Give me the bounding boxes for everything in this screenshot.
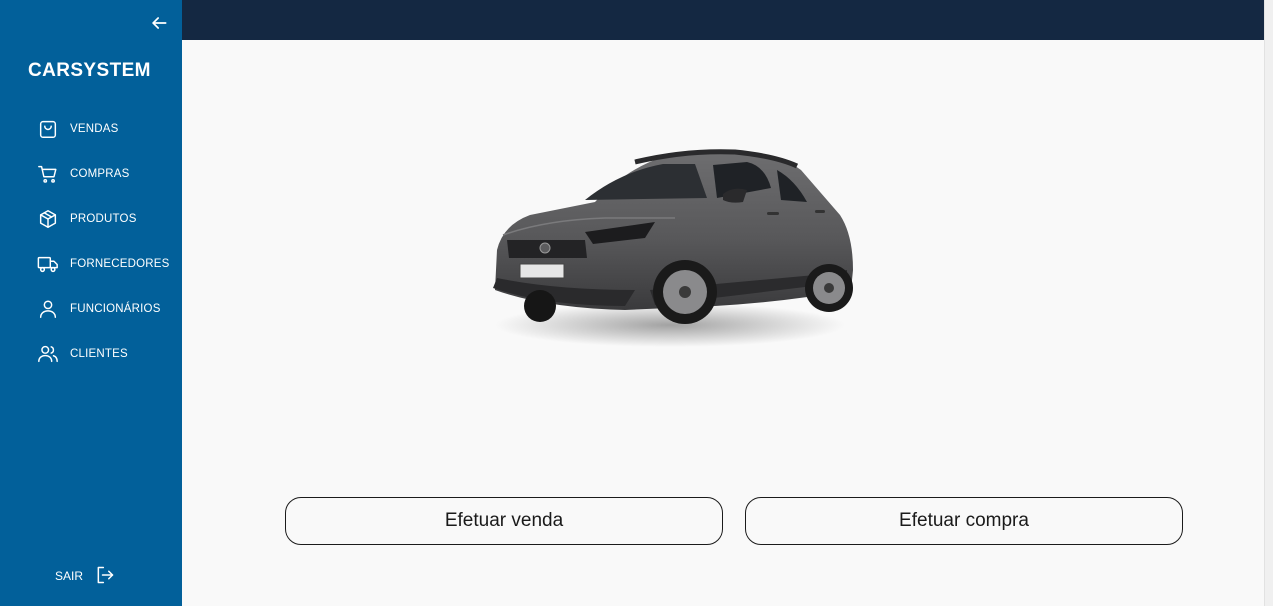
- logout-icon: [97, 566, 114, 584]
- sidebar-item-label: PRODUTOS: [70, 213, 137, 225]
- brand-title: CARSYSTEM: [28, 60, 151, 81]
- sidebar-item-label: COMPRAS: [70, 168, 130, 180]
- sidebar-item-label: CLIENTES: [70, 348, 128, 360]
- sidebar-item-compras[interactable]: COMPRAS: [0, 161, 182, 206]
- arrow-left-icon[interactable]: [149, 13, 169, 33]
- sidebar-item-produtos[interactable]: PRODUTOS: [0, 206, 182, 251]
- truck-icon: [37, 256, 58, 273]
- car-image: [493, 149, 853, 347]
- sidebar-item-clientes[interactable]: CLIENTES: [0, 341, 182, 386]
- efetuar-compra-button[interactable]: Efetuar compra: [745, 497, 1183, 545]
- sidebar-item-label: VENDAS: [70, 123, 119, 135]
- user-icon: [39, 300, 57, 318]
- efetuar-venda-button[interactable]: Efetuar venda: [285, 497, 723, 545]
- sidebar: CARSYSTEM VENDAS COMPRAS PRODUTOS FORNEC…: [0, 0, 182, 606]
- sidebar-nav: VENDAS COMPRAS PRODUTOS FORNECEDORES FUN…: [0, 116, 182, 386]
- sidebar-item-funcionarios[interactable]: FUNCIONÁRIOS: [0, 296, 182, 341]
- shopping-cart-icon: [38, 165, 57, 183]
- sidebar-item-label: FUNCIONÁRIOS: [70, 303, 161, 315]
- sidebar-item-label: FORNECEDORES: [70, 258, 170, 270]
- scrollbar[interactable]: [1264, 0, 1273, 606]
- sidebar-item-vendas[interactable]: VENDAS: [0, 116, 182, 161]
- top-bar: [182, 0, 1264, 40]
- shopping-bag-icon: [39, 120, 57, 138]
- sidebar-item-fornecedores[interactable]: FORNECEDORES: [0, 251, 182, 296]
- users-icon: [38, 345, 58, 363]
- logout-label: SAIR: [55, 569, 84, 583]
- box-icon: [39, 210, 57, 228]
